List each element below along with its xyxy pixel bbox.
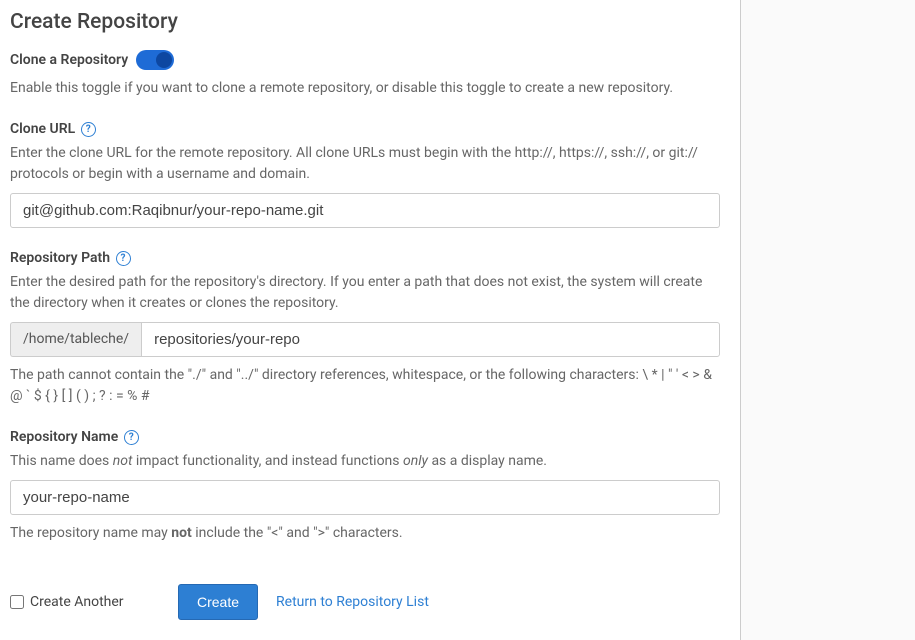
- repo-path-prefix: /home/tableche/: [10, 322, 141, 357]
- clone-toggle-section: Clone a Repository Enable this toggle if…: [10, 50, 720, 99]
- create-button[interactable]: Create: [178, 584, 258, 620]
- clone-toggle-description: Enable this toggle if you want to clone …: [10, 78, 720, 99]
- repo-name-desc-not: not: [113, 453, 133, 469]
- repo-name-hint: The repository name may not include the …: [10, 523, 720, 544]
- clone-url-section: Clone URL ? Enter the clone URL for the …: [10, 121, 720, 228]
- repo-path-label: Repository Path: [10, 250, 110, 266]
- repo-name-desc-only: only: [403, 453, 428, 469]
- create-another-wrap: Create Another: [10, 594, 160, 610]
- help-icon[interactable]: ?: [81, 122, 96, 137]
- repo-path-input[interactable]: [141, 322, 720, 357]
- repo-name-description: This name does not impact functionality,…: [10, 451, 720, 472]
- repo-name-hint-prefix: The repository name may: [10, 525, 171, 541]
- clone-url-label: Clone URL: [10, 121, 75, 137]
- create-another-label[interactable]: Create Another: [30, 594, 124, 610]
- repo-path-description: Enter the desired path for the repositor…: [10, 272, 720, 314]
- repo-name-desc-suffix: as a display name.: [428, 453, 547, 469]
- repo-path-section: Repository Path ? Enter the desired path…: [10, 250, 720, 407]
- repo-name-section: Repository Name ? This name does not imp…: [10, 429, 720, 544]
- help-icon[interactable]: ?: [124, 430, 139, 445]
- right-panel: [740, 0, 915, 640]
- actions-row: Create Another Create Return to Reposito…: [10, 584, 720, 620]
- clone-toggle-label: Clone a Repository: [10, 52, 128, 68]
- repo-name-hint-suffix: include the "<" and ">" characters.: [192, 525, 403, 541]
- create-another-checkbox[interactable]: [10, 595, 24, 609]
- repo-name-desc-prefix: This name does: [10, 453, 113, 469]
- repo-name-hint-not: not: [171, 525, 192, 541]
- clone-url-input[interactable]: [10, 193, 720, 228]
- repo-name-label: Repository Name: [10, 429, 118, 445]
- page-title: Create Repository: [10, 10, 720, 34]
- help-icon[interactable]: ?: [116, 251, 131, 266]
- return-link[interactable]: Return to Repository List: [276, 594, 429, 610]
- clone-url-description: Enter the clone URL for the remote repos…: [10, 143, 720, 185]
- repo-path-hint: The path cannot contain the "./" and "..…: [10, 365, 720, 407]
- clone-toggle-switch[interactable]: [136, 50, 174, 70]
- repo-path-input-group: /home/tableche/: [10, 322, 720, 357]
- repo-name-input[interactable]: [10, 480, 720, 515]
- repo-name-desc-mid: impact functionality, and instead functi…: [132, 453, 403, 469]
